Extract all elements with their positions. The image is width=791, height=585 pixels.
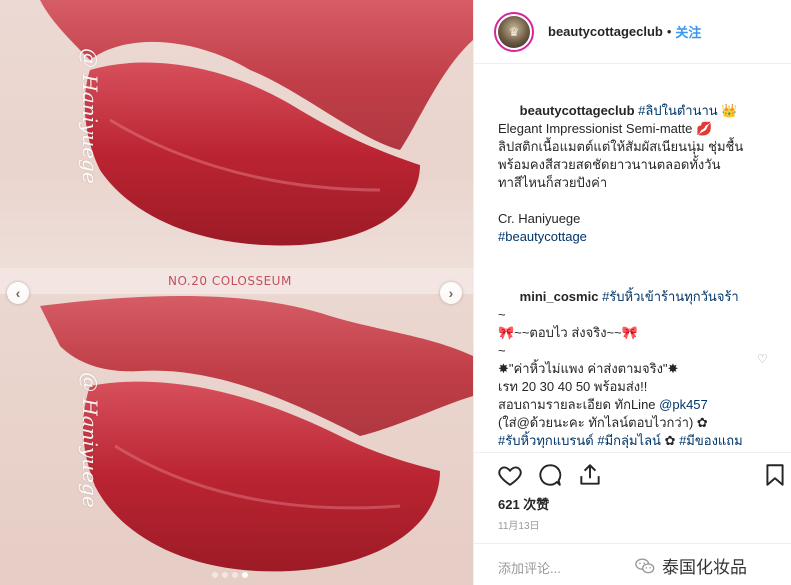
lip-illustration-top <box>40 0 473 246</box>
caption: beautycottageclub #ลิปในตำนาน 👑 Elegant … <box>498 84 746 264</box>
like-count[interactable]: 621 次赞 <box>498 494 549 513</box>
hashtag-link[interactable]: #มีของแถม <box>679 433 743 448</box>
carousel-next-button[interactable]: › <box>440 282 462 304</box>
lip-photo-bottom <box>0 276 473 585</box>
hashtag-link[interactable]: #beautycottage <box>498 229 587 244</box>
avatar[interactable]: ♛ <box>494 11 534 52</box>
post-date[interactable]: 11月13日 <box>498 517 540 532</box>
add-comment-bar[interactable]: 添加评论... 泰国化妆品 <box>474 543 791 585</box>
chevron-right-icon: › <box>448 285 454 301</box>
follow-button[interactable]: 关注 <box>675 22 701 41</box>
avatar-image: ♛ <box>498 15 530 48</box>
lip-illustration-bottom <box>40 296 473 572</box>
comment-username[interactable]: mini_cosmic <box>520 289 599 304</box>
comment: mini_cosmic #รับหิ้วเข้าร้านทุกวันจร้า ~… <box>498 270 746 448</box>
action-bar <box>474 452 791 494</box>
comment-list[interactable]: beautycottageclub #ลิปในตำนาน 👑 Elegant … <box>498 84 746 448</box>
hashtag-link[interactable]: #ลิปในตำนาน <box>638 103 718 118</box>
chevron-left-icon: ‹ <box>15 285 21 301</box>
post-header: ♛ beautycottageclub • 关注 <box>474 0 791 64</box>
lip-photo-top <box>0 0 473 276</box>
carousel-dot[interactable] <box>212 572 218 578</box>
wechat-account-name: 泰国化妆品 <box>662 558 747 577</box>
caption-username[interactable]: beautycottageclub <box>520 103 635 118</box>
wechat-icon <box>635 557 655 573</box>
header-username[interactable]: beautycottageclub <box>548 24 663 39</box>
comment-icon[interactable] <box>537 462 563 488</box>
heart-icon[interactable] <box>497 462 523 488</box>
carousel-dot[interactable] <box>222 572 228 578</box>
hashtag-link[interactable]: #มีกลุ่มไลน์ <box>597 433 661 448</box>
carousel-indicator <box>212 572 248 578</box>
wechat-watermark: 泰国化妆品 <box>634 553 747 578</box>
caption-text: #ลิปในตำนาน 👑 Elegant Impressionist Semi… <box>498 103 744 244</box>
carousel-dot[interactable] <box>232 572 238 578</box>
photo-watermark: @ Haniyuege <box>78 48 102 184</box>
shade-label: NO.20 COLOSSEUM <box>168 274 292 288</box>
post-side-panel: ♛ beautycottageclub • 关注 beautycottagecl… <box>473 0 791 585</box>
comment-like-icon[interactable]: ♡ <box>757 352 768 366</box>
comment-text: #รับหิ้วเข้าร้านทุกวันจร้า ~ 🎀~~ตอบไว ส่… <box>498 289 743 448</box>
share-icon[interactable] <box>577 462 603 488</box>
hashtag-link[interactable]: @pk457 <box>659 397 708 412</box>
post-photo[interactable]: NO.20 COLOSSEUM @ Haniyuege @ Haniyuege … <box>0 0 473 585</box>
hashtag-link[interactable]: #รับหิ้วเข้าร้านทุกวันจร้า <box>602 289 739 304</box>
add-comment-input[interactable]: 添加评论... <box>498 558 561 577</box>
header-separator: • <box>666 24 672 39</box>
photo-watermark: @ Haniyuege <box>78 372 102 508</box>
bookmark-icon[interactable] <box>762 462 788 488</box>
hashtag-link[interactable]: #รับหิ้วทุกแบรนด์ <box>498 433 594 448</box>
carousel-dot-active[interactable] <box>242 572 248 578</box>
carousel-prev-button[interactable]: ‹ <box>7 282 29 304</box>
